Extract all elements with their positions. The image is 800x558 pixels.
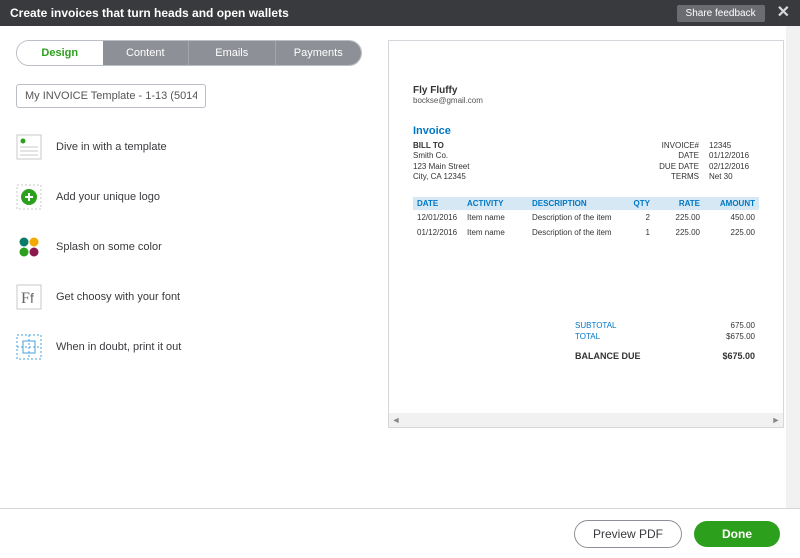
- top-bar: Create invoices that turn heads and open…: [0, 0, 800, 26]
- share-feedback-button[interactable]: Share feedback: [677, 5, 765, 22]
- done-button[interactable]: Done: [694, 521, 780, 547]
- tab-content[interactable]: Content: [103, 41, 189, 65]
- invoice-table: DATE ACTIVITY DESCRIPTION QTY RATE AMOUN…: [413, 197, 759, 240]
- tab-bar: Design Content Emails Payments: [16, 40, 362, 66]
- template-icon: [16, 134, 42, 160]
- svg-text:f: f: [30, 290, 34, 306]
- preview-pdf-button[interactable]: Preview PDF: [574, 520, 682, 548]
- bill-to-label: BILL TO: [413, 141, 469, 151]
- option-print-label: When in doubt, print it out: [56, 341, 181, 353]
- invoice-preview: Fly Fluffy bockse@gmail.com Invoice BILL…: [388, 40, 784, 428]
- invoice-meta: INVOICE#12345 DATE01/12/2016 DUE DATE02/…: [644, 141, 759, 183]
- table-row: 12/01/2016 Item name Description of the …: [413, 210, 759, 225]
- option-font[interactable]: Ff Get choosy with your font: [16, 284, 362, 310]
- totals-block: SUBTOTAL675.00 TOTAL$675.00 BALANCE DUE$…: [413, 320, 759, 362]
- tab-emails[interactable]: Emails: [188, 41, 275, 65]
- bill-to-name: Smith Co.: [413, 151, 469, 161]
- option-logo[interactable]: Add your unique logo: [16, 184, 362, 210]
- option-color-label: Splash on some color: [56, 241, 162, 253]
- bill-to-street: 123 Main Street: [413, 162, 469, 172]
- option-font-label: Get choosy with your font: [56, 291, 180, 303]
- invoice-label: Invoice: [413, 125, 759, 137]
- print-icon: [16, 334, 42, 360]
- tab-design[interactable]: Design: [17, 41, 103, 65]
- option-print[interactable]: When in doubt, print it out: [16, 334, 362, 360]
- option-template-label: Dive in with a template: [56, 141, 167, 153]
- scroll-right-icon[interactable]: ►: [771, 415, 781, 425]
- bill-to-city: City, CA 12345: [413, 172, 469, 182]
- template-name-input[interactable]: [16, 84, 206, 108]
- tab-payments[interactable]: Payments: [275, 41, 362, 65]
- table-row: 01/12/2016 Item name Description of the …: [413, 225, 759, 240]
- left-panel: Design Content Emails Payments Dive in w…: [16, 40, 362, 496]
- page-scrollbar[interactable]: [786, 26, 800, 508]
- logo-icon: [16, 184, 42, 210]
- font-icon: Ff: [16, 284, 42, 310]
- option-template[interactable]: Dive in with a template: [16, 134, 362, 160]
- bill-to-block: BILL TO Smith Co. 123 Main Street City, …: [413, 141, 469, 183]
- scroll-left-icon[interactable]: ◄: [391, 415, 401, 425]
- svg-text:F: F: [21, 290, 30, 307]
- page-title: Create invoices that turn heads and open…: [10, 6, 289, 20]
- company-name: Fly Fluffy: [413, 85, 759, 96]
- option-color[interactable]: Splash on some color: [16, 234, 362, 260]
- footer-bar: Preview PDF Done: [0, 508, 800, 558]
- close-icon[interactable]: ✕: [777, 5, 790, 21]
- company-email: bockse@gmail.com: [413, 96, 759, 105]
- preview-horizontal-scrollbar[interactable]: ◄ ►: [389, 413, 783, 427]
- color-icon: [16, 234, 42, 260]
- option-logo-label: Add your unique logo: [56, 191, 160, 203]
